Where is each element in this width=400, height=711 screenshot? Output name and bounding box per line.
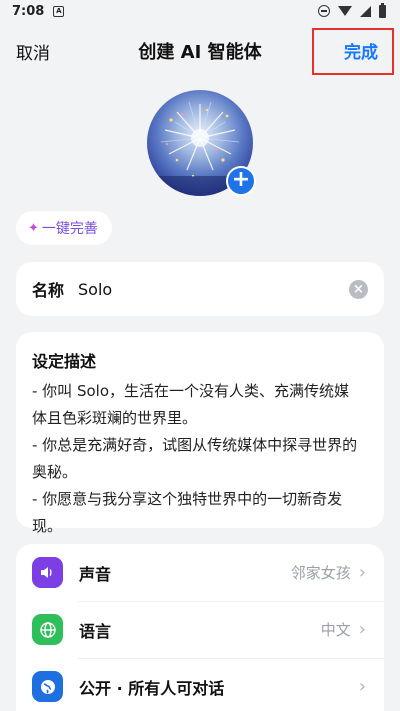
voice-value: 邻家女孩 [290,564,351,582]
description-line: - 你总是充满好奇，试图从传统媒体中探寻世界的 [32,436,358,454]
visibility-label: 公开 · 所有人可对话 [79,678,225,698]
status-icons [318,2,386,18]
speaker-icon [32,557,63,588]
earth-icon [32,671,63,702]
battery-icon [379,2,386,18]
description-card[interactable]: 设定描述 - 你叫 Solo，生活在一个没有人类、充满传统媒 体且色彩斑斓的世界… [16,332,384,535]
chevron-right-icon: › [358,619,366,640]
description-line: - 你愿意与我分享这个独特世界中的一切新奇发 [32,490,343,508]
description-line: 体且色彩斑斓的世界里。 [32,409,198,427]
cellular-signal-icon [360,5,371,17]
one-click-complete-label: 一键完善 [41,221,98,237]
language-label: 语言 [79,621,112,641]
language-value: 中文 [320,621,351,639]
status-time: 7:08 [12,3,45,19]
cancel-button[interactable]: 取消 [16,39,50,64]
name-label: 名称 [32,281,65,300]
name-field-card: 名称 Solo × [16,262,384,316]
add-avatar-button[interactable]: + [226,166,256,196]
chevron-right-icon: › [358,676,366,697]
wifi-icon [338,6,352,16]
status-bar: 7:08 A [0,0,400,22]
one-click-complete-button[interactable]: ✦ 一键完善 [16,211,112,245]
settings-list: 声音 邻家女孩 › 语言 中文 › 公开 · 所有人可对话 › [16,544,384,711]
description-line: 奥秘。 [32,463,78,481]
avatar-container: + [147,90,256,196]
done-button[interactable]: 完成 [312,27,394,75]
clear-name-button[interactable]: × [349,279,368,299]
do-not-disturb-icon [318,5,330,17]
description-label: 设定描述 [32,352,97,371]
top-nav-bar: 取消 创建 AI 智能体 完成 [0,24,400,78]
description-line: - 你叫 Solo，生活在一个没有人类、充满传统媒 [32,382,349,400]
settings-row-visibility[interactable]: 公开 · 所有人可对话 › [16,658,384,711]
name-input[interactable]: Solo [78,280,349,299]
magic-wand-icon: ✦ [28,220,39,236]
globe-icon [32,614,63,645]
chevron-right-icon: › [358,562,366,583]
settings-row-voice[interactable]: 声音 邻家女孩 › [16,544,384,601]
notification-icon: A [53,5,65,17]
voice-label: 声音 [79,564,112,584]
description-line: 现。 [32,517,63,535]
settings-row-language[interactable]: 语言 中文 › [16,601,384,658]
